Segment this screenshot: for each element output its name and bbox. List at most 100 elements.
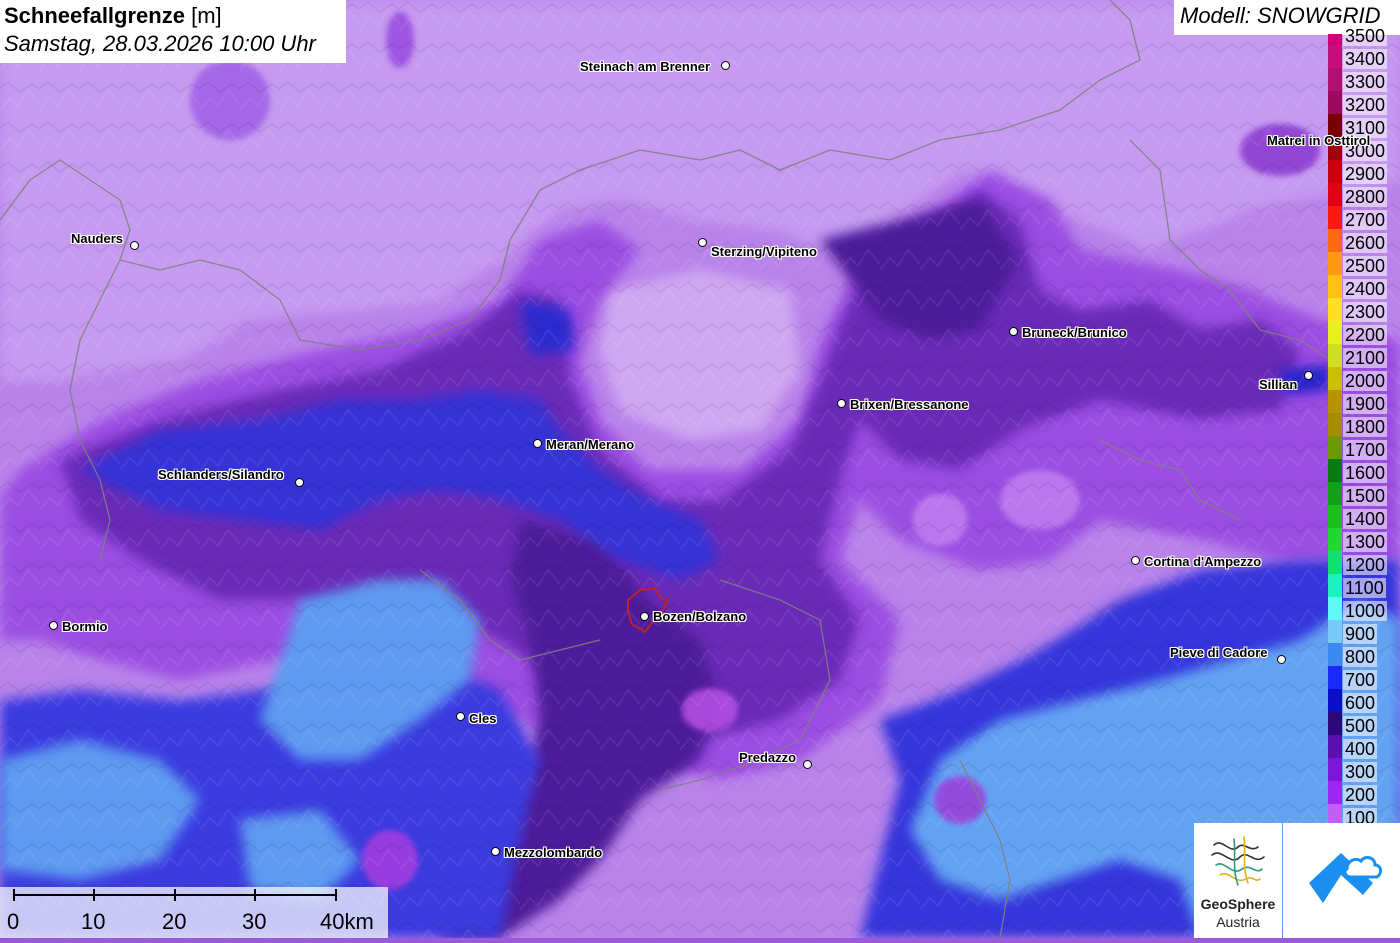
legend-swatch <box>1328 436 1342 459</box>
geosphere-country: Austria <box>1216 914 1260 930</box>
city-marker-icon <box>640 612 649 621</box>
city-label: Sterzing/Vipiteno <box>711 244 817 259</box>
legend-label: 1000 <box>1343 601 1388 621</box>
city-marker-icon <box>130 241 139 250</box>
city-marker-icon <box>491 847 500 856</box>
legend-swatch <box>1328 390 1342 413</box>
legend-swatch <box>1328 367 1342 390</box>
city-marker-icon <box>721 61 730 70</box>
legend-swatch <box>1328 666 1342 689</box>
legend-label: 2500 <box>1343 256 1388 276</box>
legend-swatch <box>1328 91 1342 114</box>
scale-label-40km: 40km <box>320 909 374 934</box>
city-marker-icon <box>49 621 58 630</box>
legend-swatch <box>1328 735 1342 758</box>
scale-label-0: 0 <box>7 909 20 934</box>
color-legend: 3500 3400 3300 3200 3100 3000 2900 2800 2700 2600… <box>1328 26 1400 828</box>
city-label: Brixen/Bressanone <box>850 397 969 412</box>
legend-label: 1900 <box>1343 394 1388 414</box>
city-label: Cortina d'Ampezzo <box>1144 554 1262 569</box>
legend-label: 1800 <box>1343 417 1388 437</box>
legend-label: 3300 <box>1343 72 1388 92</box>
legend-swatch <box>1328 758 1342 781</box>
city-marker-icon <box>533 439 542 448</box>
city-marker-icon <box>1009 327 1018 336</box>
legend-label: 1300 <box>1343 532 1388 552</box>
city-marker-icon <box>1131 556 1140 565</box>
legend-label: 600 <box>1343 693 1378 713</box>
legend-label: 3400 <box>1343 49 1388 69</box>
city-label: Mezzolombardo <box>504 845 603 860</box>
map-title: Schneefallgrenze [m] <box>4 3 222 28</box>
scale-label-20: 20 <box>162 909 187 934</box>
city-marker-icon <box>1304 371 1313 380</box>
legend-swatch <box>1328 275 1342 298</box>
legend-label: 500 <box>1343 716 1378 736</box>
legend-swatch <box>1328 643 1342 666</box>
city-label: Meran/Merano <box>546 437 635 452</box>
legend-swatch <box>1328 781 1342 804</box>
legend-label: 1600 <box>1343 463 1388 483</box>
city-label: Predazzo <box>739 750 797 765</box>
city-label: Pieve di Cadore <box>1170 645 1268 660</box>
city-marker-icon <box>698 238 707 247</box>
city-label: Bormio <box>62 619 108 634</box>
legend-swatch <box>1328 45 1342 68</box>
legend-swatch <box>1328 528 1342 551</box>
scale-label-30: 30 <box>242 909 267 934</box>
legend-swatch <box>1328 298 1342 321</box>
city-label: Sillian <box>1259 377 1298 392</box>
legend-swatch <box>1328 505 1342 528</box>
legend-swatch <box>1328 321 1342 344</box>
legend-label: 2900 <box>1343 164 1388 184</box>
legend-label: 3500 <box>1343 26 1388 46</box>
geosphere-emblem-icon <box>1211 836 1265 886</box>
app-logo[interactable] <box>1283 823 1400 938</box>
city-label: Bruneck/Brunico <box>1022 325 1127 340</box>
city-marker-icon <box>837 399 846 408</box>
legend-label: 200 <box>1343 785 1378 805</box>
legend-label: 1400 <box>1343 509 1388 529</box>
legend-swatch <box>1328 413 1342 436</box>
legend-swatch <box>1328 160 1342 183</box>
legend-label: 2700 <box>1343 210 1388 230</box>
city-marker-icon <box>803 760 812 769</box>
legend-label: 2100 <box>1343 348 1388 368</box>
scale-label-10: 10 <box>81 909 106 934</box>
map-title-box: Schneefallgrenze [m] Samstag, 28.03.2026… <box>0 0 346 63</box>
legend-swatch <box>1328 183 1342 206</box>
city-label: Bozen/Bolzano <box>653 609 747 624</box>
city-marker-icon <box>1277 655 1286 664</box>
legend-swatch <box>1328 68 1342 91</box>
legend-label: 1500 <box>1343 486 1388 506</box>
city-label: Cles <box>469 711 497 726</box>
legend-swatch <box>1328 712 1342 735</box>
legend-label: 2800 <box>1343 187 1388 207</box>
legend-label: 2400 <box>1343 279 1388 299</box>
legend-swatch <box>1328 551 1342 574</box>
legend-label: 1700 <box>1343 440 1388 460</box>
city-marker-icon <box>295 478 304 487</box>
geosphere-name: GeoSphere <box>1200 896 1276 912</box>
legend-swatch <box>1328 574 1342 597</box>
legend-swatch <box>1328 206 1342 229</box>
city-label: Schlanders/Silandro <box>158 467 284 482</box>
legend-swatch <box>1328 459 1342 482</box>
city-marker-icon <box>456 712 465 721</box>
legend-label: 3200 <box>1343 95 1388 115</box>
legend-label: 900 <box>1343 624 1378 644</box>
legend-swatch <box>1328 620 1342 643</box>
geosphere-logo[interactable]: GeoSphere Austria <box>1194 823 1282 938</box>
legend-label: 300 <box>1343 762 1378 782</box>
legend-label: 1100 <box>1343 578 1386 598</box>
legend-label: 400 <box>1343 739 1378 759</box>
legend-swatch <box>1328 252 1342 275</box>
snow-app-icon <box>1309 853 1383 903</box>
city-label: Nauders <box>71 231 124 246</box>
legend-label: 2200 <box>1343 325 1388 345</box>
scale-bar: 0 10 20 30 40km <box>0 887 388 938</box>
legend-swatch <box>1328 229 1342 252</box>
legend-label: 1200 <box>1343 555 1388 575</box>
legend-label: 2600 <box>1343 233 1388 253</box>
legend-label: 700 <box>1343 670 1378 690</box>
